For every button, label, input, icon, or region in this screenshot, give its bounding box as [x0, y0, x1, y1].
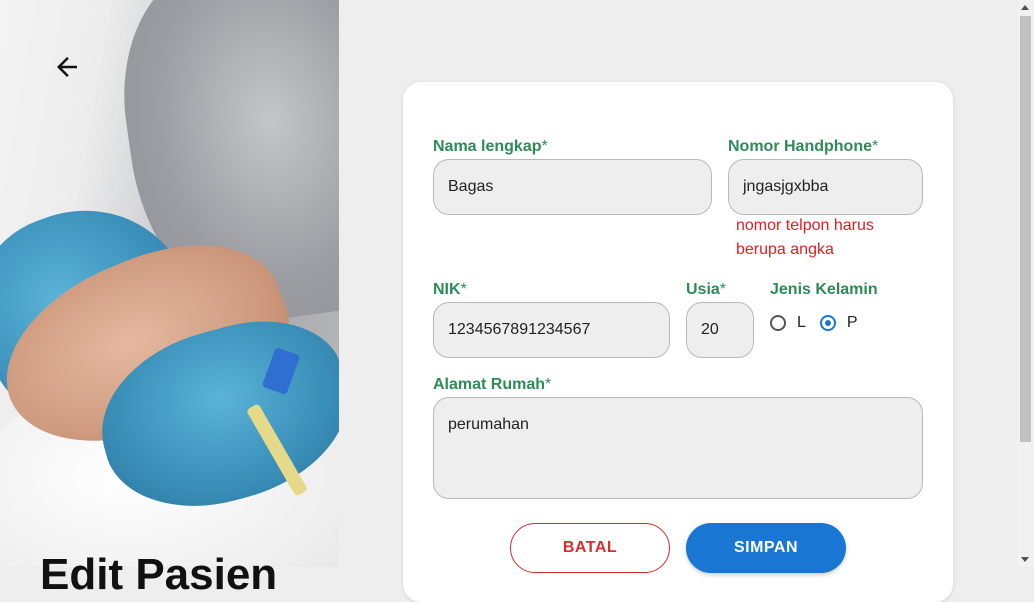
required-mark: * — [460, 281, 467, 298]
full-name-input[interactable]: Bagas — [433, 159, 712, 215]
address-value: perumahan — [448, 416, 529, 433]
arrow-left-icon — [57, 57, 77, 77]
gender-option-p-label: P — [846, 314, 858, 331]
phone-input[interactable]: jngasjgxbba — [728, 159, 923, 215]
address-label-text: Alamat Rumah — [433, 376, 546, 393]
hero-photo — [0, 0, 339, 567]
nik-input[interactable]: 1234567891234567 — [433, 302, 670, 358]
page-title: Edit Pasien — [40, 550, 278, 599]
age-label: Usia* — [686, 281, 726, 299]
gender-option-l[interactable]: L — [770, 314, 806, 332]
required-mark: * — [719, 281, 727, 298]
full-name-label: Nama lengkap* — [433, 138, 548, 156]
scrollbar-thumb[interactable] — [1020, 16, 1031, 442]
nik-value: 1234567891234567 — [448, 321, 591, 338]
gender-option-l-label: L — [797, 314, 806, 331]
gender-radio-group: L P — [770, 314, 872, 332]
phone-label: Nomor Handphone* — [728, 138, 878, 156]
gender-radio-p[interactable] — [819, 315, 836, 331]
phone-label-text: Nomor Handphone — [728, 138, 872, 155]
full-name-value: Bagas — [448, 178, 494, 195]
required-mark: * — [541, 138, 548, 155]
address-textarea[interactable]: perumahan — [433, 397, 923, 499]
nik-label-text: NIK — [433, 281, 461, 298]
scroll-down-icon[interactable] — [1021, 557, 1029, 562]
gender-label: Jenis Kelamin — [770, 281, 878, 299]
phone-error-message: nomor telpon harus berupa angka — [736, 217, 874, 258]
required-mark: * — [545, 376, 552, 393]
age-value: 20 — [701, 321, 719, 338]
scroll-up-icon[interactable] — [1021, 5, 1029, 10]
back-button[interactable] — [50, 50, 84, 84]
nik-label: NIK* — [433, 281, 467, 299]
cancel-button[interactable]: BATAL — [510, 523, 670, 573]
gender-option-p[interactable]: P — [819, 314, 858, 332]
age-input[interactable]: 20 — [686, 302, 754, 358]
address-label: Alamat Rumah* — [433, 376, 551, 394]
gender-label-text: Jenis Kelamin — [770, 281, 878, 298]
save-button[interactable]: SIMPAN — [686, 523, 846, 573]
phone-value: jngasjgxbba — [743, 178, 829, 195]
required-mark: * — [872, 138, 879, 155]
edit-patient-form-card: Nama lengkap* Bagas Nomor Handphone* jng… — [403, 82, 953, 602]
gender-radio-l[interactable] — [770, 315, 786, 331]
full-name-label-text: Nama lengkap — [433, 138, 542, 155]
age-label-text: Usia — [686, 281, 720, 298]
page-scrollbar[interactable] — [1017, 0, 1034, 567]
